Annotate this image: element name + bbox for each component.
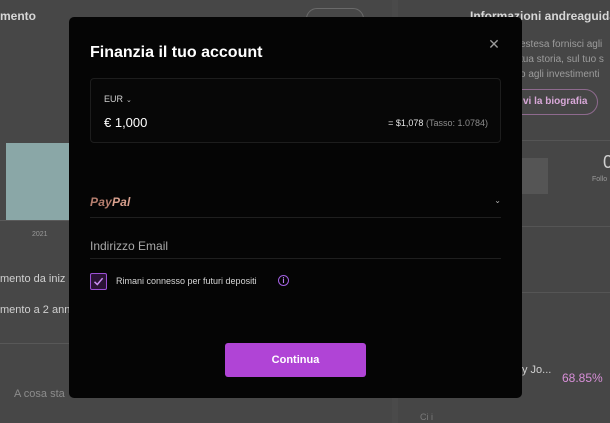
info-icon[interactable]: i (278, 275, 289, 286)
background-bio-line: tua storia, sul tuo s (520, 54, 604, 65)
background-bio-line: o agli investimenti (520, 69, 600, 80)
payment-method-select[interactable]: PayPal ⌄ (90, 189, 501, 218)
background-stat-label: Follo (592, 176, 608, 183)
background-bio-line: estesa fornisci agli (520, 39, 603, 50)
background-chart-year: 2021 (32, 231, 48, 238)
background-left-text-2: mento a 2 ann (0, 304, 71, 316)
background-list-item: y Jo... (522, 364, 552, 376)
background-left-text-1: mento da iniz (0, 273, 66, 285)
background-left-title: mento (0, 9, 36, 23)
currency-value: EUR (104, 94, 124, 104)
paypal-logo-pay: Pay (90, 195, 112, 209)
amount-input[interactable]: € 1,000 (104, 115, 147, 130)
background-percentage: 68.85% (562, 371, 603, 385)
remember-label: Rimani connesso per futuri depositi (116, 276, 257, 286)
background-chart-bar (6, 143, 72, 220)
paypal-logo-pal: Pal (111, 195, 131, 209)
background-stat-number: 0 (603, 152, 610, 172)
chevron-down-icon: ⌄ (494, 196, 501, 205)
fund-account-modal: Finanzia il tuo account ✕ EUR ⌄ € 1,000 =… (69, 17, 522, 398)
exchange-rate: (Tasso: 1.0784) (425, 118, 488, 128)
paypal-logo: PayPal (90, 195, 131, 209)
close-icon[interactable]: ✕ (487, 37, 501, 51)
email-field[interactable] (90, 233, 501, 259)
currency-select[interactable]: EUR ⌄ (104, 94, 132, 104)
continue-button[interactable]: Continua (225, 343, 366, 377)
remember-checkbox[interactable] (90, 273, 107, 290)
chevron-down-icon: ⌄ (126, 97, 132, 104)
modal-title: Finanzia il tuo account (90, 44, 263, 61)
background-footer-text: Ci i (420, 412, 433, 422)
conversion-readout: = $1,078 (Tasso: 1.0784) (388, 118, 488, 128)
background-bio-text: estesa fornisci agli tua storia, sul tuo… (520, 37, 604, 82)
amount-panel: EUR ⌄ € 1,000 = $1,078 (Tasso: 1.0784) (90, 78, 501, 143)
background-bio-button-label: vi la biografia (523, 96, 588, 107)
checkmark-icon (93, 277, 104, 286)
background-left-text-3: A cosa sta (14, 388, 65, 400)
converted-amount: = $1,078 (388, 118, 424, 128)
